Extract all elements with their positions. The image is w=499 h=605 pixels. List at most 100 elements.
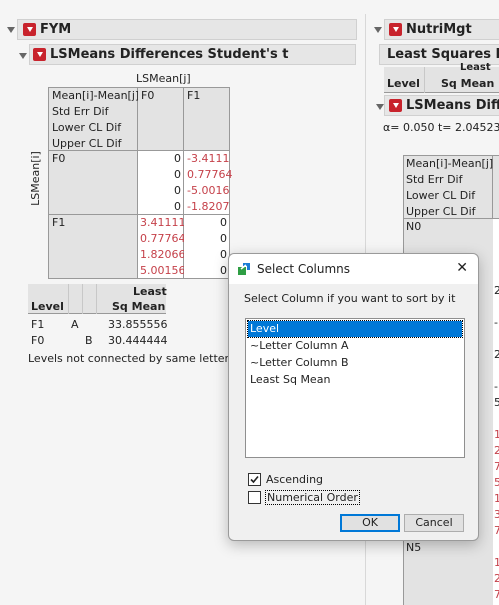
alpha-line: α= 0.050 t= 2.04523 xyxy=(383,121,499,134)
partial-value: 7 xyxy=(494,524,499,537)
legend-line: Std Err Dif xyxy=(52,105,109,118)
value-cell: 5.00156 xyxy=(140,264,186,277)
partial-value: 5 xyxy=(494,396,499,409)
value-cell: 0 xyxy=(174,152,181,165)
partial-value: 7 xyxy=(494,588,499,601)
row-header-lsmean-i: LSMean[i] xyxy=(28,151,42,206)
dialog-title: Select Columns xyxy=(257,262,351,276)
partial-value: - xyxy=(494,380,498,393)
list-item-least-sq-mean[interactable]: Least Sq Mean xyxy=(248,372,462,388)
dialog-prompt: Select Column if you want to sort by it xyxy=(244,292,456,305)
ls-means-title: Least Squares M xyxy=(387,47,499,62)
letters-level: F1 xyxy=(31,318,45,331)
jmp-app-icon xyxy=(238,263,250,275)
ascending-label[interactable]: Ascending xyxy=(266,473,323,486)
value-cell: 0.77764 xyxy=(140,232,186,245)
value-cell: 0 xyxy=(220,264,227,277)
value-cell: 0 xyxy=(174,200,181,213)
ls-sqmean-header: Sq Mean xyxy=(441,77,495,90)
letters-note: Levels not connected by same letter ar xyxy=(28,352,244,365)
row-n5-label: N5 xyxy=(406,541,422,554)
list-item-level[interactable]: Level xyxy=(247,320,463,338)
lsmeans-diff-menu-icon[interactable] xyxy=(33,48,46,61)
row-n0-label: N0 xyxy=(406,220,422,233)
lsmeans-diff-title: LSMeans Differences Student's t xyxy=(50,47,289,62)
value-cell: -1.8207 xyxy=(187,200,230,213)
ls-least-header: Least xyxy=(460,62,491,73)
ls-level-header: Level xyxy=(387,77,420,90)
lsmeans-diff-header: LSMeans Differences Student's t xyxy=(29,44,356,65)
value-cell: 0 xyxy=(220,232,227,245)
letters-col-divider xyxy=(82,284,83,314)
value-cell: 1.82066 xyxy=(140,248,186,261)
letters-level-header: Level xyxy=(31,300,64,313)
col-f0-label: F0 xyxy=(141,89,155,102)
value-cell: 0 xyxy=(174,184,181,197)
partial-value: 1 xyxy=(494,492,499,505)
cancel-button[interactable]: Cancel xyxy=(404,514,464,532)
check-icon xyxy=(250,475,259,484)
collapse-lsmeans-diff-right-icon[interactable] xyxy=(376,104,384,110)
right-values-col xyxy=(493,219,499,605)
partial-value: 3 xyxy=(494,508,499,521)
ls-col-divider xyxy=(424,67,425,93)
column-listbox[interactable]: Level ~Letter Column A ~Letter Column B … xyxy=(245,318,465,458)
ascending-checkbox[interactable] xyxy=(248,473,261,486)
nutrimgt-header: NutriMgt xyxy=(384,19,499,40)
lsmeans-diff-right-menu-icon[interactable] xyxy=(389,99,402,112)
right-legend-line: Std Err Dif xyxy=(406,173,463,186)
numerical-order-label[interactable]: Numerical Order xyxy=(265,490,360,505)
value-cell: 3.41111 xyxy=(140,216,186,229)
dialog-title-bar[interactable]: Select Columns ✕ xyxy=(229,254,478,284)
right-col-header xyxy=(493,155,499,219)
col-f1-label: F1 xyxy=(187,89,201,102)
value-cell: 0 xyxy=(220,248,227,261)
fym-header: FYM xyxy=(17,19,357,40)
partial-value: 1 xyxy=(494,556,499,569)
partial-value: 2 xyxy=(494,348,499,361)
fym-title: FYM xyxy=(40,22,72,37)
letters-least-header: Least xyxy=(133,285,167,298)
value-cell: 0.77764 xyxy=(187,168,233,181)
col-header-lsmean-j: LSMean[j] xyxy=(136,72,191,85)
nutrimgt-menu-icon[interactable] xyxy=(389,23,402,36)
lsmeans-diff-right-header: LSMeans Differe xyxy=(384,95,499,116)
partial-value: 7 xyxy=(494,460,499,473)
partial-value: - xyxy=(494,316,498,329)
letters-mean: 33.855556 xyxy=(108,318,168,331)
letters-a: A xyxy=(71,318,79,331)
collapse-lsmeans-diff-icon[interactable] xyxy=(19,53,27,59)
value-cell: -5.0016 xyxy=(187,184,230,197)
row-f0-label: F0 xyxy=(52,152,66,165)
value-cell: 0 xyxy=(174,168,181,181)
partial-value: 2 xyxy=(494,444,499,457)
nutrimgt-title: NutriMgt xyxy=(406,22,472,37)
letters-mean: 30.444444 xyxy=(108,334,168,347)
partial-value: 5 xyxy=(494,476,499,489)
ok-button[interactable]: OK xyxy=(340,514,400,532)
value-cell: -3.4111 xyxy=(187,152,230,165)
partial-value: 2 xyxy=(494,572,499,585)
legend-line: Upper CL Dif xyxy=(52,137,122,150)
legend-line: Mean[i]-Mean[j] xyxy=(52,89,140,102)
legend-line: Lower CL Dif xyxy=(52,121,122,134)
list-item-letter-a[interactable]: ~Letter Column A xyxy=(248,338,462,354)
right-legend-line: Lower CL Dif xyxy=(406,189,476,202)
select-columns-dialog: Select Columns ✕ Select Column if you wa… xyxy=(228,253,479,541)
letters-col-divider xyxy=(68,284,69,314)
close-icon[interactable]: ✕ xyxy=(456,260,468,276)
value-cell: 0 xyxy=(220,216,227,229)
numerical-order-checkbox[interactable] xyxy=(248,491,261,504)
letters-level: F0 xyxy=(31,334,45,347)
list-item-letter-b[interactable]: ~Letter Column B xyxy=(248,355,462,371)
row-f1-label: F1 xyxy=(52,216,66,229)
collapse-fym-icon[interactable] xyxy=(7,27,15,33)
partial-value: 2 xyxy=(494,284,499,297)
collapse-nutrimgt-icon[interactable] xyxy=(374,27,382,33)
right-legend-line: Upper CL Dif xyxy=(406,205,476,218)
letters-sqmean-header: Sq Mean xyxy=(112,300,166,313)
letters-b: B xyxy=(85,334,93,347)
lsmeans-diff-right-title: LSMeans Differe xyxy=(406,98,499,113)
right-legend-line: Mean[i]-Mean[j] xyxy=(406,157,494,170)
fym-menu-icon[interactable] xyxy=(23,23,36,36)
